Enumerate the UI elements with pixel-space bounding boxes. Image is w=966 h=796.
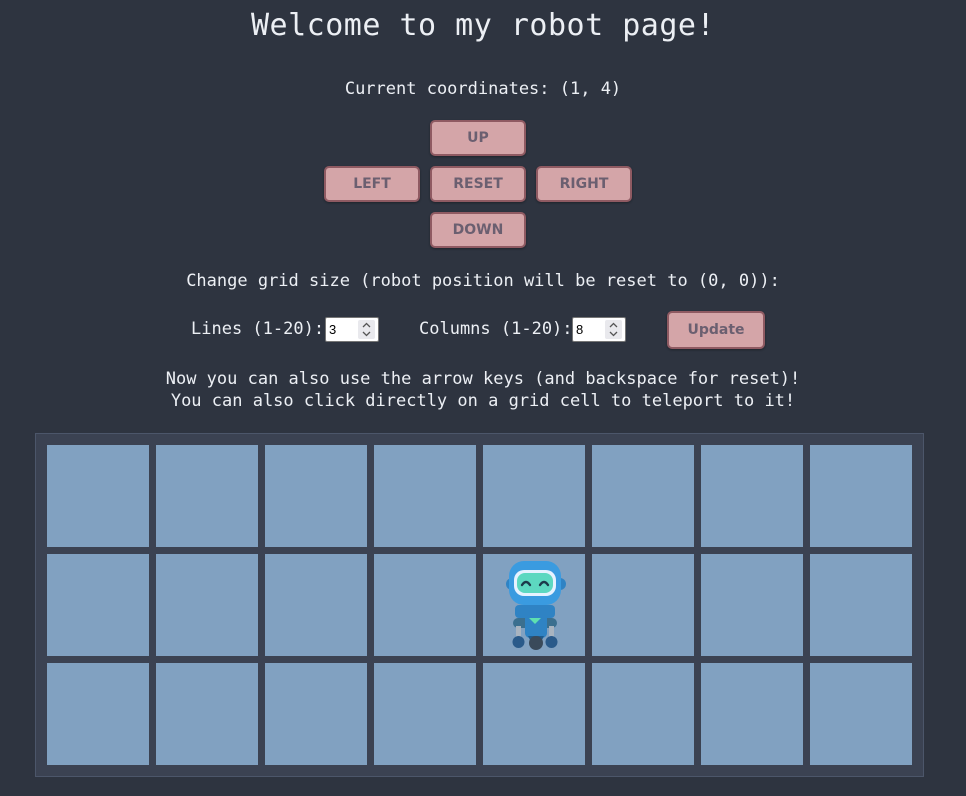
lines-label: Lines (1-20): (191, 319, 325, 339)
grid-cell[interactable] (701, 663, 803, 765)
grid-cell[interactable] (47, 663, 149, 765)
grid-cell[interactable] (47, 445, 149, 547)
chevron-down-icon[interactable] (362, 331, 371, 337)
grid-cell[interactable] (483, 554, 585, 656)
grid-cell[interactable] (810, 445, 912, 547)
arrow-keys-note: Now you can also use the arrow keys (and… (165, 369, 801, 389)
grid-cell[interactable] (592, 554, 694, 656)
grid-size-instruction: Change grid size (robot position will be… (186, 271, 780, 291)
columns-input-value: 8 (576, 322, 584, 337)
grid-cell[interactable] (483, 663, 585, 765)
grid-cell[interactable] (483, 445, 585, 547)
grid-cell[interactable] (265, 554, 367, 656)
grid-cell[interactable] (592, 663, 694, 765)
update-button[interactable]: Update (667, 311, 765, 349)
grid-cell[interactable] (265, 445, 367, 547)
grid-cell[interactable] (810, 554, 912, 656)
grid-cell[interactable] (592, 445, 694, 547)
robot-icon (506, 561, 566, 650)
right-button[interactable]: RIGHT (536, 166, 632, 202)
grid-cell[interactable] (156, 663, 258, 765)
reset-button[interactable]: RESET (430, 166, 526, 202)
left-button[interactable]: LEFT (324, 166, 420, 202)
lines-input-value: 3 (329, 322, 337, 337)
robot-grid (35, 433, 924, 777)
columns-input[interactable]: 8 (572, 317, 626, 342)
grid-cell[interactable] (701, 445, 803, 547)
page-title: Welcome to my robot page! (250, 8, 716, 43)
down-button[interactable]: DOWN (430, 212, 526, 248)
grid-cell[interactable] (810, 663, 912, 765)
current-coordinates: Current coordinates: (1, 4) (344, 79, 622, 99)
lines-spinner[interactable] (358, 320, 375, 339)
chevron-up-icon[interactable] (362, 322, 371, 328)
grid-cell[interactable] (265, 663, 367, 765)
chevron-up-icon[interactable] (609, 322, 618, 328)
grid-cell[interactable] (156, 445, 258, 547)
grid-cell[interactable] (156, 554, 258, 656)
grid-cell[interactable] (701, 554, 803, 656)
lines-input[interactable]: 3 (325, 317, 379, 342)
columns-spinner[interactable] (605, 320, 622, 339)
grid-cell[interactable] (374, 445, 476, 547)
teleport-note: You can also click directly on a grid ce… (170, 391, 796, 411)
up-button[interactable]: UP (430, 120, 526, 156)
grid-cell[interactable] (374, 663, 476, 765)
grid-cell[interactable] (374, 554, 476, 656)
columns-label: Columns (1-20): (419, 319, 573, 339)
grid-cell[interactable] (47, 554, 149, 656)
robot-page: Welcome to my robot page! Current coordi… (0, 0, 966, 796)
chevron-down-icon[interactable] (609, 331, 618, 337)
